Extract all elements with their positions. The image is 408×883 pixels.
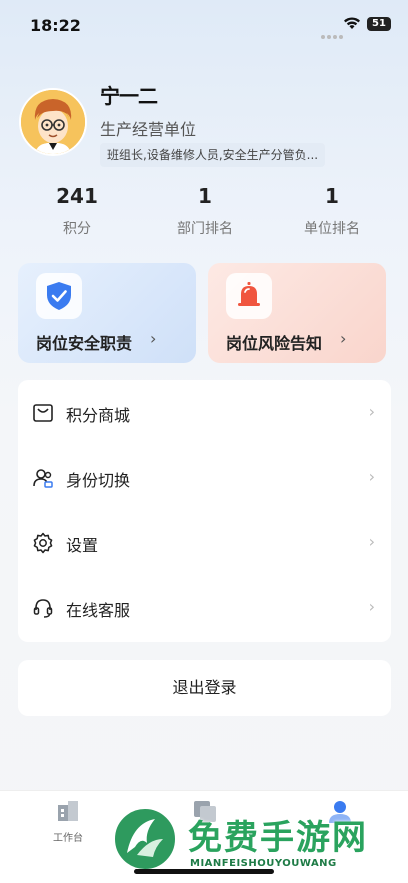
stat-dept-rank[interactable]: 1 部门排名 <box>150 184 260 238</box>
menu-item-online-service[interactable]: 在线客服 › <box>18 575 391 640</box>
menu-label: 设置 <box>66 536 99 555</box>
watermark-logo-icon <box>112 806 178 872</box>
card-job-risk-notice[interactable]: 岗位风险告知 › <box>208 263 386 363</box>
status-bar: 18:22 51 <box>0 0 408 50</box>
stat-label: 部门排名 <box>177 221 233 237</box>
shop-icon <box>33 404 53 422</box>
stat-value: 241 <box>56 184 98 208</box>
chevron-right-icon: › <box>368 402 375 421</box>
tab-label: 工作台 <box>53 833 83 844</box>
watermark-title: 免费手游网 <box>188 818 368 858</box>
avatar[interactable] <box>19 88 87 156</box>
stat-points[interactable]: 241 积分 <box>22 184 132 238</box>
card-job-safety-duties[interactable]: 岗位安全职责 › <box>18 263 196 363</box>
menu-list: 积分商城 › 身份切换 › 设置 › 在线客服 › <box>18 380 391 642</box>
menu-item-switch-identity[interactable]: 身份切换 › <box>18 445 391 510</box>
org-name: 生产经营单位 <box>100 120 197 139</box>
logout-button[interactable]: 退出登录 <box>18 660 391 716</box>
watermark-subtitle: MIANFEISHOUYOUWANG <box>190 858 337 869</box>
shield-check-icon <box>36 273 82 319</box>
role-tag: 班组长,设备维修人员,安全生产分管负... <box>100 143 326 167</box>
chevron-right-icon: › <box>340 329 347 348</box>
stat-label: 单位排名 <box>304 221 360 237</box>
chevron-right-icon: › <box>150 329 157 348</box>
signal-dots-icon <box>321 24 345 43</box>
card-title: 岗位风险告知 <box>226 334 323 353</box>
tab-workbench[interactable]: 工作台 <box>28 799 108 844</box>
status-time: 18:22 <box>30 16 81 35</box>
menu-label: 身份切换 <box>66 471 131 490</box>
menu-item-points-mall[interactable]: 积分商城 › <box>18 380 391 445</box>
user-name: 宁一二 <box>100 84 158 108</box>
workbench-icon <box>58 801 78 821</box>
battery-icon: 51 <box>367 17 391 31</box>
chevron-right-icon: › <box>368 597 375 616</box>
watermark: 免费手游网 MIANFEISHOUYOUWANG <box>112 806 402 876</box>
menu-label: 积分商城 <box>66 406 131 425</box>
stat-label: 积分 <box>63 221 91 237</box>
card-title: 岗位安全职责 <box>36 334 133 353</box>
headset-icon <box>33 599 53 618</box>
switch-user-icon <box>33 469 53 488</box>
menu-item-settings[interactable]: 设置 › <box>18 510 391 575</box>
menu-label: 在线客服 <box>66 601 131 620</box>
gear-icon <box>33 532 53 554</box>
stat-unit-rank[interactable]: 1 单位排名 <box>277 184 387 238</box>
stat-value: 1 <box>325 184 339 208</box>
wifi-icon <box>344 17 360 29</box>
alarm-bell-icon <box>226 273 272 319</box>
chevron-right-icon: › <box>368 467 375 486</box>
chevron-right-icon: › <box>368 532 375 551</box>
avatar-illustration <box>21 90 85 154</box>
home-indicator <box>134 869 274 874</box>
stat-value: 1 <box>198 184 212 208</box>
